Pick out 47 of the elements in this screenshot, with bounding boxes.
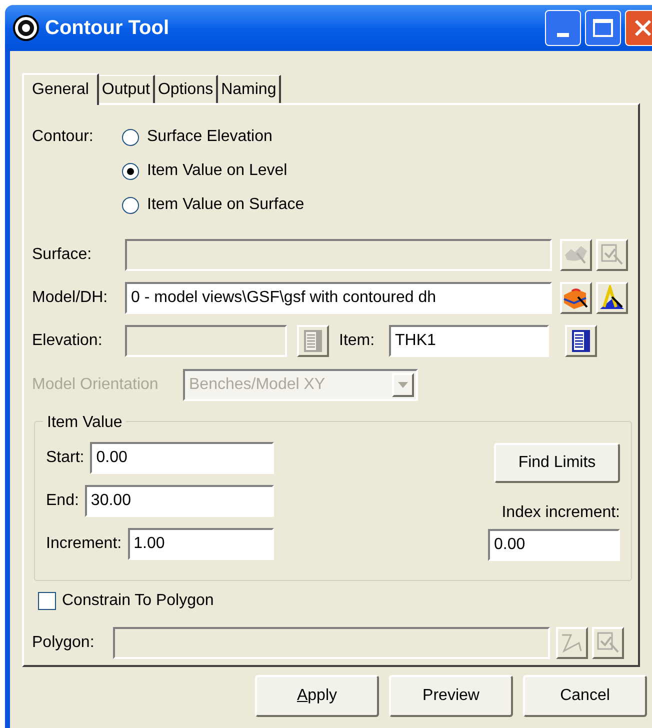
value-label: End: (46, 491, 79, 511)
close-icon (633, 18, 652, 38)
value-field[interactable]: 0.00 (90, 442, 274, 474)
value-field[interactable]: 1.00 (128, 528, 274, 560)
radio-option[interactable]: Item Value on Level (122, 159, 304, 183)
dialog-button[interactable]: Cancel (523, 675, 647, 717)
model-label: Model/DH: (32, 288, 109, 308)
text-field[interactable]: THK1 (389, 325, 549, 357)
radio-option[interactable]: Surface Elevation (122, 125, 304, 149)
text-field[interactable]: 0 - model views\GSF\gsf with contoured dh (125, 282, 552, 314)
item-label: Item: (339, 331, 376, 351)
tab[interactable]: Options (154, 75, 218, 103)
maximize-button[interactable] (585, 10, 621, 46)
close-button[interactable] (625, 10, 652, 46)
tab[interactable]: Naming (218, 75, 282, 103)
value-field[interactable]: 30.00 (84, 485, 274, 517)
surface-label: Surface: (32, 245, 93, 265)
block-model-button[interactable] (560, 282, 592, 314)
value-label: Start: (46, 448, 84, 468)
tab[interactable]: Output (98, 75, 155, 103)
select-picker-icon (599, 243, 625, 267)
tab[interactable]: General (22, 73, 99, 105)
index-increment-label: Index increment: (502, 503, 620, 523)
value-label: Increment: (46, 534, 122, 554)
radio-button[interactable] (122, 128, 139, 146)
dialog-button[interactable]: Preview (389, 675, 513, 717)
drill-pointer-button[interactable] (596, 282, 628, 314)
drill-pointer-icon (598, 285, 626, 311)
radio-button[interactable] (122, 196, 139, 214)
contour-label: Contour: (32, 127, 94, 147)
elevation-label: Elevation: (32, 331, 104, 351)
list-icon (572, 330, 590, 352)
select-picker-icon (595, 631, 621, 655)
window-title: Contour Tool (45, 16, 170, 41)
dialog-button[interactable]: Apply (255, 675, 379, 717)
orientation-label: Model Orientation (32, 375, 160, 395)
polygon-label: Polygon: (32, 633, 96, 653)
find-limits-button[interactable]: Find Limits (494, 443, 620, 483)
index-increment-field[interactable]: 0.00 (488, 529, 620, 561)
list-picker-button[interactable] (565, 325, 597, 357)
app-icon (13, 15, 39, 41)
minimize-button[interactable] (545, 10, 581, 46)
radio-button[interactable] (122, 162, 139, 180)
constrain-checkbox-row[interactable]: Constrain To Polygon (38, 589, 630, 613)
list-icon (304, 330, 322, 352)
checkbox[interactable] (38, 592, 56, 610)
radio-option[interactable]: Item Value on Surface (122, 193, 304, 217)
